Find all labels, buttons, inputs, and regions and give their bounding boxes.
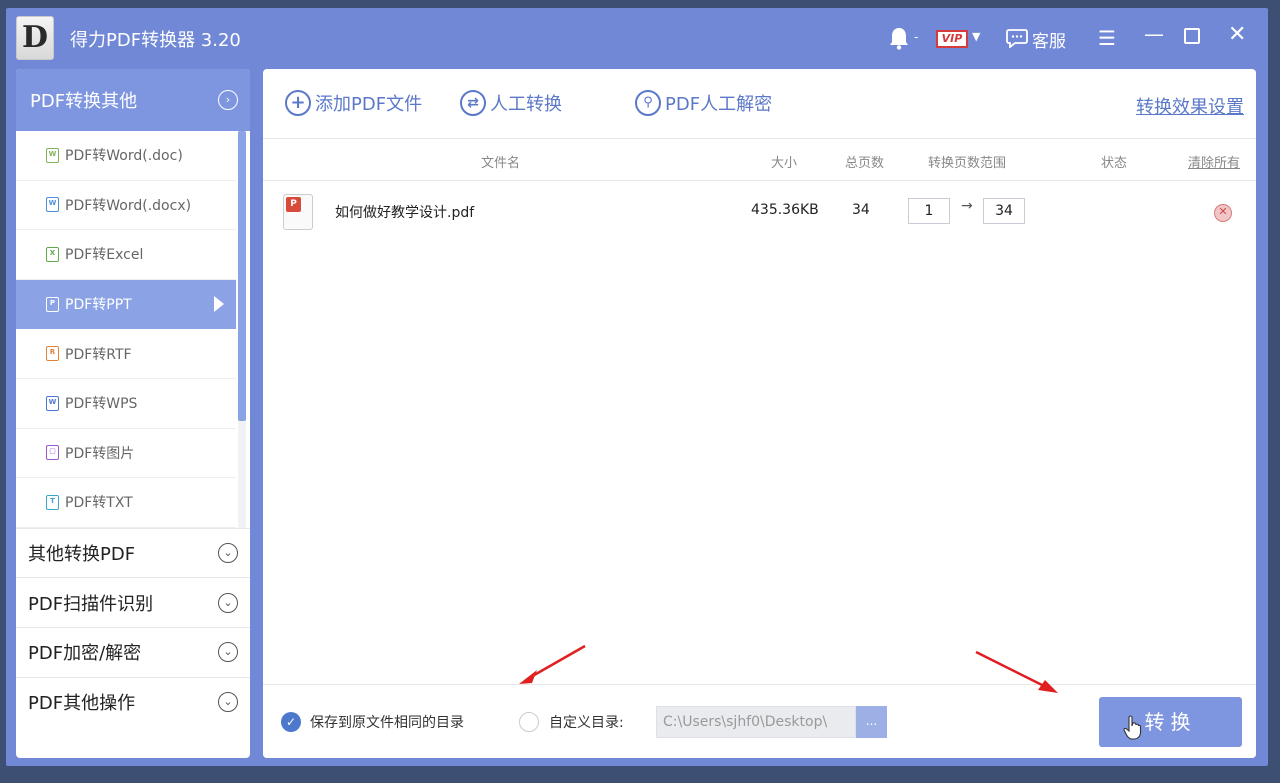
sidebar-item-txt[interactable]: T PDF转TXT: [16, 478, 236, 528]
remove-file-icon[interactable]: ✕: [1214, 204, 1232, 222]
convert-button[interactable]: 转换: [1099, 697, 1242, 747]
file-size: 435.36KB: [751, 202, 819, 218]
sidebar-item-label: PDF转图片: [65, 445, 135, 462]
range-to-input[interactable]: 34: [983, 198, 1025, 224]
swap-circle-icon: ⇄: [460, 90, 486, 116]
sidebar-item-word-docx[interactable]: W PDF转Word(.docx): [16, 181, 236, 231]
col-range: 转换页数范围: [928, 156, 1007, 171]
sidebar-item-image[interactable]: ▢ PDF转图片: [16, 429, 236, 479]
footer-bar: ✓ 保存到原文件相同的目录 自定义目录: C:\Users\sjhf0\Desk…: [263, 684, 1256, 758]
file-name: 如何做好教学设计.pdf: [335, 205, 475, 221]
active-arrow-icon: [214, 295, 224, 312]
save-same-dir-label[interactable]: 保存到原文件相同的目录: [310, 712, 464, 732]
manual-decrypt-button[interactable]: ⚲ PDF人工解密: [635, 90, 772, 116]
chevron-right-circle-icon: ›: [218, 90, 238, 110]
conversion-settings-link[interactable]: 转换效果设置: [1136, 93, 1244, 119]
hamburger-menu-icon[interactable]: ☰: [1098, 26, 1116, 50]
custom-dir-radio[interactable]: [519, 712, 539, 732]
range-from-input[interactable]: 1: [908, 198, 950, 224]
wps-icon: W: [46, 395, 59, 411]
sidebar-item-rtf[interactable]: R PDF转RTF: [16, 329, 236, 379]
txt-icon: T: [46, 494, 59, 510]
sidebar-item-label: PDF转Excel: [65, 247, 144, 264]
save-same-dir-radio[interactable]: ✓: [281, 712, 301, 732]
chevron-down-circle-icon: ⌄: [218, 543, 238, 564]
col-filename: 文件名: [481, 156, 521, 171]
sidebar-item-label: PDF转Word(.doc): [65, 148, 183, 165]
sidebar-header-pdf-to-other[interactable]: PDF转换其他 ›: [16, 69, 250, 131]
sidebar-item-ppt[interactable]: P PDF转PPT: [16, 279, 236, 330]
sidebar-scroll-thumb[interactable]: [238, 131, 246, 421]
sidebar-group-encrypt[interactable]: PDF加密/解密 ⌄: [16, 626, 250, 677]
manual-convert-button[interactable]: ⇄ 人工转换: [460, 90, 562, 116]
app-window: D 得力PDF转换器 3.20 - VIP ▼ 客服 ☰ — ✕ PDF转换其他…: [6, 8, 1268, 766]
toolbar: + 添加PDF文件 ⇄ 人工转换 ⚲ PDF人工解密 转换效果设置: [263, 69, 1256, 139]
file-pages: 34: [852, 202, 870, 218]
add-pdf-label: 添加PDF文件: [315, 94, 423, 115]
col-size: 大小: [771, 156, 798, 171]
table-row[interactable]: P 如何做好教学设计.pdf 435.36KB 34 1 → 34 ✕: [263, 184, 1256, 236]
clear-all-link[interactable]: 清除所有: [1188, 152, 1240, 171]
annotation-arrow-left: [519, 644, 586, 684]
word-doc-icon: W: [46, 147, 59, 163]
sidebar-header-label: PDF转换其他: [30, 91, 138, 112]
sidebar-group-other-to-pdf[interactable]: 其他转换PDF ⌄: [16, 527, 250, 578]
sidebar-group-ocr[interactable]: PDF扫描件识别 ⌄: [16, 577, 250, 627]
sidebar-item-excel[interactable]: X PDF转Excel: [16, 230, 236, 280]
ppt-badge-icon: P: [286, 197, 301, 212]
image-icon: ▢: [46, 445, 59, 461]
excel-icon: X: [46, 246, 59, 262]
minimize-icon[interactable]: —: [1144, 22, 1164, 46]
service-link[interactable]: 客服: [1032, 27, 1066, 52]
sidebar-item-label: PDF转RTF: [65, 346, 132, 363]
browse-button[interactable]: ...: [856, 706, 887, 738]
bell-dash: -: [914, 30, 919, 44]
key-circle-icon: ⚲: [635, 90, 661, 116]
custom-dir-label[interactable]: 自定义目录:: [549, 712, 624, 732]
vip-badge[interactable]: VIP: [936, 30, 968, 48]
maximize-icon[interactable]: [1184, 28, 1200, 44]
chevron-down-circle-icon: ⌄: [218, 691, 238, 712]
sidebar: PDF转换其他 › W PDF转Word(.doc) W PDF转Word(.d…: [16, 69, 250, 758]
sidebar-group-label: PDF加密/解密: [28, 643, 142, 665]
chat-bubble-icon[interactable]: [1006, 28, 1028, 48]
ppt-icon: P: [46, 296, 59, 312]
word-docx-icon: W: [46, 197, 59, 213]
close-icon[interactable]: ✕: [1228, 22, 1246, 47]
sidebar-item-word-doc[interactable]: W PDF转Word(.doc): [16, 131, 236, 181]
sidebar-item-label: PDF转WPS: [65, 396, 138, 413]
manual-decrypt-label: PDF人工解密: [665, 94, 773, 115]
output-path-input[interactable]: C:\Users\sjhf0\Desktop\: [656, 706, 856, 738]
sidebar-group-label: PDF其他操作: [28, 692, 136, 714]
app-title: 得力PDF转换器 3.20: [70, 30, 241, 51]
hand-cursor-icon: [1123, 715, 1142, 740]
sidebar-group-label: PDF扫描件识别: [28, 593, 154, 615]
arrow-right-icon: →: [961, 198, 973, 214]
chevron-down-circle-icon: ⌄: [218, 642, 238, 663]
add-pdf-button[interactable]: + 添加PDF文件: [285, 90, 422, 116]
plus-circle-icon: +: [285, 90, 311, 116]
sidebar-group-label: 其他转换PDF: [28, 544, 136, 566]
sidebar-item-label: PDF转TXT: [65, 495, 133, 512]
app-logo: D: [16, 16, 54, 60]
notification-bell-icon[interactable]: [888, 26, 910, 50]
file-table-header: 文件名 大小 总页数 转换页数范围 状态 清除所有: [263, 139, 1256, 181]
sidebar-item-label: PDF转Word(.docx): [65, 197, 192, 214]
sidebar-item-wps[interactable]: W PDF转WPS: [16, 379, 236, 429]
chevron-down-icon[interactable]: ▼: [972, 30, 980, 43]
sidebar-group-other-ops[interactable]: PDF其他操作 ⌄: [16, 676, 250, 727]
col-status: 状态: [1101, 156, 1128, 171]
manual-convert-label: 人工转换: [490, 94, 562, 115]
chevron-down-circle-icon: ⌄: [218, 592, 238, 613]
pdf-file-icon: P: [283, 194, 313, 230]
annotation-arrow-right: [975, 650, 1058, 693]
sidebar-submenu: W PDF转Word(.doc) W PDF转Word(.docx) X PDF…: [16, 131, 250, 528]
sidebar-item-label: PDF转PPT: [65, 297, 132, 314]
main-panel: + 添加PDF文件 ⇄ 人工转换 ⚲ PDF人工解密 转换效果设置 文件名 大小…: [263, 69, 1256, 758]
rtf-icon: R: [46, 346, 59, 362]
col-pages: 总页数: [845, 156, 885, 171]
